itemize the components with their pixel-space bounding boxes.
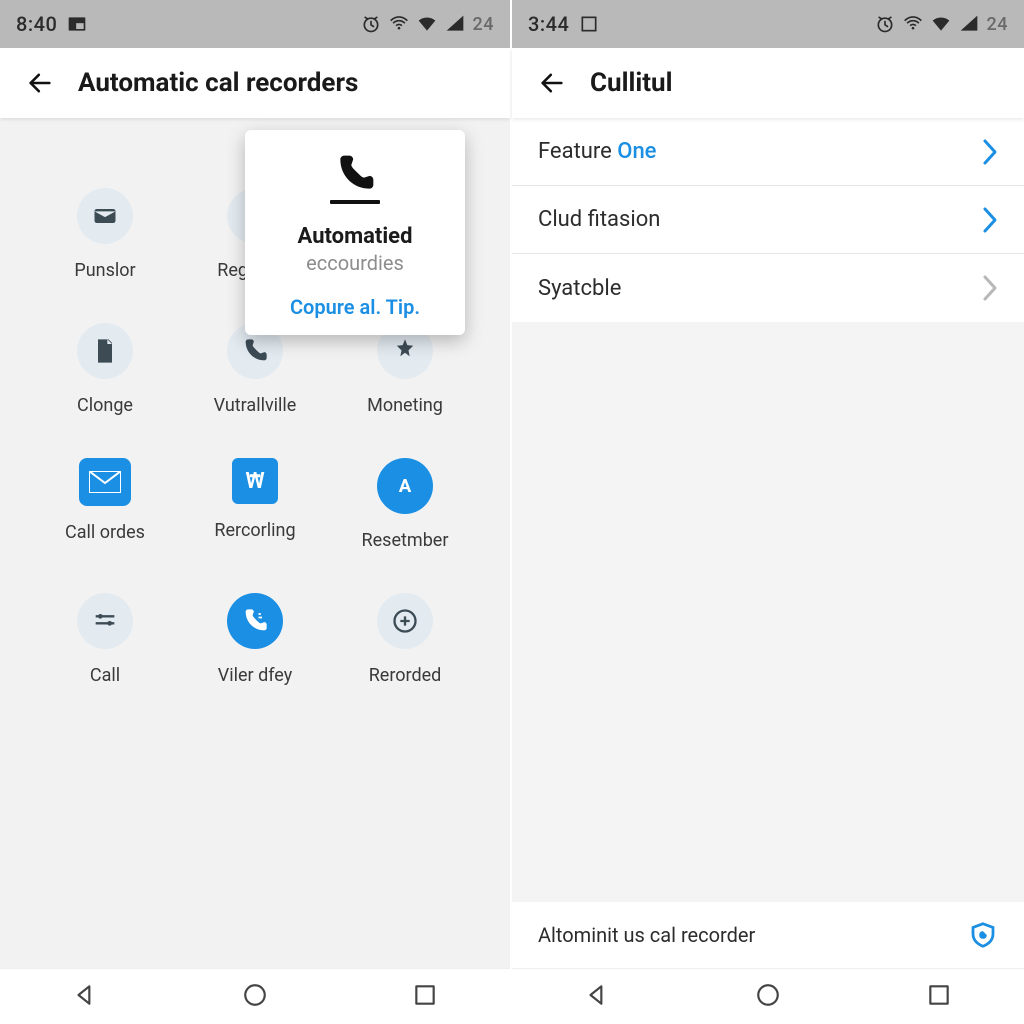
android-navbar (512, 968, 1024, 1024)
tile-label: Clonge (77, 395, 133, 416)
nav-back[interactable] (584, 982, 610, 1012)
star-icon (391, 337, 419, 365)
phone-icon (241, 337, 269, 365)
app-bar: Automatic cal recorders (0, 48, 510, 118)
tile-label: Punslor (74, 260, 135, 281)
tile-viler-dfey[interactable]: Viler dfey (180, 593, 330, 686)
nav-back[interactable] (72, 982, 98, 1012)
alarm-icon (875, 14, 895, 34)
back-button[interactable] (20, 63, 60, 103)
tile-resetmber[interactable]: A Resetmber (330, 458, 480, 551)
tile-label: Vutrallville (214, 395, 297, 416)
tile-call-ordes[interactable]: Call ordes (30, 458, 180, 551)
status-bar: 3:44 24 (512, 0, 1024, 48)
tile-rercorling[interactable]: W Rercorling (180, 458, 330, 551)
settings-list: Feature One Clud fitasion Syatcble (512, 118, 1024, 322)
row-syatcble[interactable]: Syatcble (512, 254, 1024, 322)
envelope-icon (89, 471, 121, 493)
chevron-right-icon (982, 274, 998, 302)
tile-call[interactable]: Call (30, 593, 180, 686)
tile-moneting[interactable]: Moneting (330, 323, 480, 416)
document-icon (91, 337, 119, 365)
status-bar: 8:40 24 (0, 0, 510, 48)
row-clud-fitasion[interactable]: Clud fitasion (512, 186, 1024, 254)
w-icon: W (232, 458, 278, 504)
tile-label: Resetmber (362, 530, 449, 551)
bottom-label: Altominit us cal recorder (538, 923, 755, 947)
battery-percent: 24 (987, 14, 1008, 35)
battery-percent: 24 (473, 14, 494, 35)
tile-vutrallville[interactable]: Vutrallville (180, 323, 330, 416)
row-label: Syatcble (538, 276, 621, 301)
tile-punslor[interactable]: Punslor (30, 188, 180, 281)
chevron-right-icon (982, 206, 998, 234)
status-time: 3:44 (528, 12, 569, 36)
row-label: Clud fitasion (538, 207, 660, 232)
wifi-icon (903, 14, 923, 34)
wifi-solid-icon (417, 14, 437, 34)
sliders-icon (91, 607, 119, 635)
status-time: 8:40 (16, 12, 57, 36)
page-title: Automatic cal recorders (78, 68, 358, 98)
tile-label: Rerorded (369, 665, 442, 686)
phone-record-icon (241, 607, 269, 635)
letter-a-icon: A (391, 472, 419, 500)
nav-home[interactable] (755, 982, 781, 1012)
phone-icon (333, 152, 377, 196)
row-label: Feature (538, 139, 617, 164)
picture-in-picture-icon (67, 14, 87, 34)
content-area: Punslor Regraties Clonge Vutrallville (0, 118, 510, 968)
popup-title: Automatied (298, 224, 413, 249)
android-navbar (0, 968, 510, 1024)
popup-card[interactable]: Automatied eccourdies Copure al. Tip. (245, 130, 465, 335)
nav-home[interactable] (242, 982, 268, 1012)
add-clock-icon (391, 607, 419, 635)
popup-subtitle: eccourdies (306, 251, 404, 275)
tile-label: Viler dfey (218, 665, 292, 686)
tile-label: Moneting (367, 395, 443, 416)
square-outline-icon (579, 14, 599, 34)
chevron-right-icon (982, 138, 998, 166)
svg-text:A: A (399, 475, 412, 497)
phone-left: 8:40 24 Automatic cal recorders Punslor (0, 0, 512, 1024)
page-title: Cullitul (590, 68, 672, 98)
signal-icon (445, 14, 465, 34)
wifi-solid-icon (931, 14, 951, 34)
alarm-icon (361, 14, 381, 34)
tile-rerorded[interactable]: Rerorded (330, 593, 480, 686)
row-feature-one[interactable]: Feature One (512, 118, 1024, 186)
content-area: Feature One Clud fitasion Syatcble Altom… (512, 118, 1024, 968)
bottom-strip[interactable]: Altominit us cal recorder (512, 902, 1024, 968)
popup-link[interactable]: Copure al. Tip. (290, 295, 420, 319)
back-button[interactable] (532, 63, 572, 103)
nav-recent[interactable] (926, 982, 952, 1012)
row-label-accent: One (617, 139, 656, 164)
tile-label: Call ordes (65, 522, 145, 543)
shield-icon (968, 920, 998, 950)
underline (330, 200, 380, 204)
signal-icon (959, 14, 979, 34)
wifi-icon (389, 14, 409, 34)
tile-clonge[interactable]: Clonge (30, 323, 180, 416)
tile-label: Rercorling (214, 520, 295, 541)
tile-label: Call (90, 665, 120, 686)
mail-icon (91, 202, 119, 230)
phone-right: 3:44 24 Cullitul Feature One (512, 0, 1024, 1024)
app-bar: Cullitul (512, 48, 1024, 118)
nav-recent[interactable] (412, 982, 438, 1012)
